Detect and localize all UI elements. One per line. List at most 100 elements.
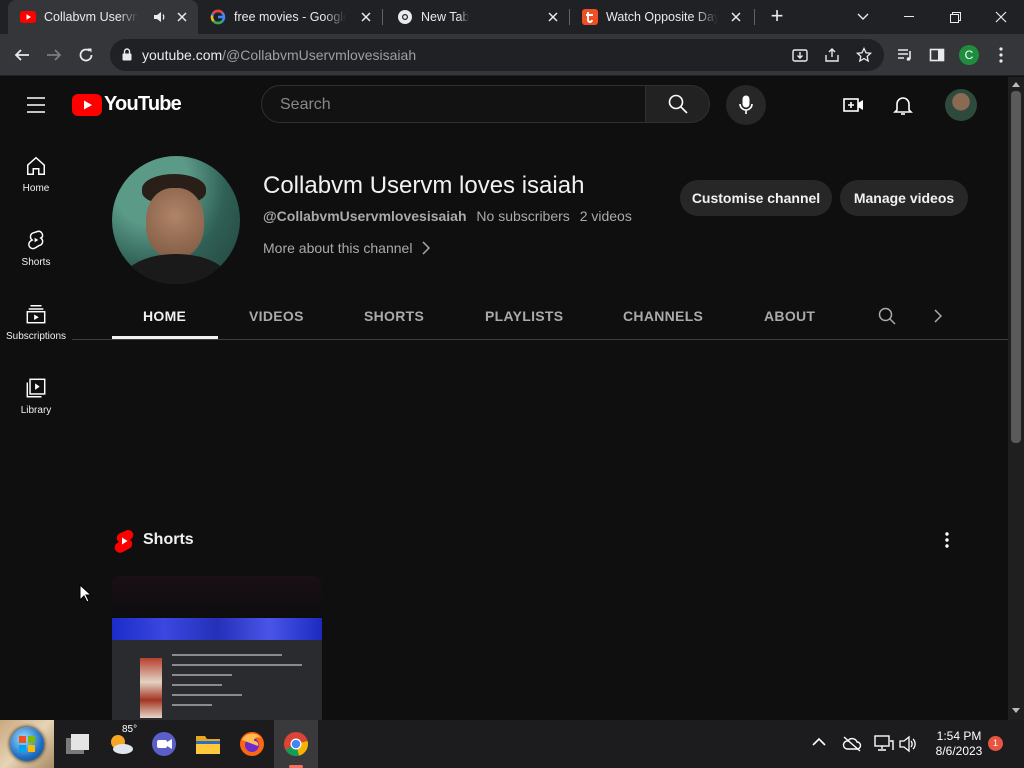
- manage-videos-button[interactable]: Manage videos: [840, 180, 968, 216]
- channel-search-icon[interactable]: [878, 307, 896, 325]
- back-button[interactable]: [6, 39, 38, 71]
- short-thumbnail[interactable]: [112, 576, 322, 720]
- thumbnail-line: [172, 664, 302, 666]
- tab-close-icon[interactable]: [728, 9, 744, 25]
- search-button[interactable]: [646, 85, 710, 123]
- chevron-right-icon: [422, 241, 431, 255]
- more-options-icon[interactable]: [945, 532, 949, 548]
- thumbnail-top-band: [112, 576, 322, 618]
- taskbar-clock[interactable]: 1:54 PM 8/6/2023: [926, 729, 992, 759]
- chrome-icon: [397, 9, 413, 25]
- close-window-button[interactable]: [978, 0, 1024, 34]
- subscriptions-icon: [26, 305, 46, 324]
- speaker-icon[interactable]: [153, 10, 167, 24]
- channel-meta: @CollabvmUservmlovesisaiah No subscriber…: [263, 208, 632, 224]
- channel-avatar[interactable]: [112, 156, 240, 284]
- tab-separator: [754, 9, 755, 25]
- profile-initial: C: [959, 45, 979, 65]
- customise-channel-button[interactable]: Customise channel: [680, 180, 832, 216]
- sidebar-item-shorts[interactable]: Shorts: [0, 229, 72, 303]
- firefox-icon[interactable]: [230, 720, 274, 768]
- tab-close-icon[interactable]: [174, 9, 190, 25]
- weather-widget[interactable]: 85°: [100, 720, 144, 768]
- sidebar-item-subscriptions[interactable]: Subscriptions: [0, 303, 72, 377]
- tab-videos[interactable]: VIDEOS: [249, 308, 304, 324]
- sidebar-item-label: Subscriptions: [5, 331, 67, 342]
- hamburger-menu-icon[interactable]: [24, 95, 48, 115]
- sidebar-item-home[interactable]: Home: [0, 155, 72, 229]
- page-scrollbar[interactable]: [1008, 77, 1024, 720]
- tab-shorts[interactable]: SHORTS: [364, 308, 424, 324]
- profile-avatar[interactable]: C: [953, 39, 985, 71]
- browser-tab-tubi[interactable]: Watch Opposite Day (2: [570, 0, 754, 34]
- share-icon[interactable]: [824, 47, 840, 63]
- voice-search-button[interactable]: [726, 85, 766, 125]
- bookmark-star-icon[interactable]: [856, 47, 872, 63]
- microphone-icon: [739, 95, 753, 114]
- thumbnail-line: [172, 704, 212, 706]
- notifications-bell-icon[interactable]: [891, 93, 915, 117]
- tab-channels[interactable]: CHANNELS: [623, 308, 703, 324]
- lock-icon[interactable]: [122, 48, 132, 61]
- more-about-label: More about this channel: [263, 240, 413, 256]
- tab-about[interactable]: ABOUT: [764, 308, 815, 324]
- account-avatar[interactable]: [945, 89, 977, 121]
- install-app-icon[interactable]: [792, 47, 808, 63]
- network-icon[interactable]: [874, 735, 894, 753]
- minimize-button[interactable]: [886, 0, 932, 34]
- onedrive-offline-icon[interactable]: [842, 736, 862, 752]
- show-hidden-icons-chevron-icon[interactable]: [812, 737, 826, 747]
- thumbnail-line: [172, 674, 232, 676]
- file-explorer-icon[interactable]: [186, 720, 230, 768]
- tab-title: New Tab: [421, 10, 470, 24]
- sidebar-item-label: Shorts: [21, 257, 51, 268]
- create-video-icon[interactable]: [842, 93, 866, 117]
- browser-menu-icon[interactable]: [985, 39, 1017, 71]
- thumbnail-line: [172, 694, 242, 696]
- new-tab-button[interactable]: +: [764, 5, 790, 29]
- tab-title: Watch Opposite Day (2: [606, 10, 718, 24]
- search-box[interactable]: [261, 85, 646, 123]
- browser-tab-youtube[interactable]: Collabvm Uservm l: [8, 0, 198, 34]
- more-about-channel-link[interactable]: More about this channel: [263, 240, 431, 256]
- thumbnail-image-strip: [140, 658, 162, 718]
- weather-temp: 85°: [122, 724, 138, 735]
- channel-handle: @CollabvmUservmlovesisaiah: [263, 208, 467, 224]
- scroll-down-arrow-icon[interactable]: [1012, 708, 1020, 714]
- side-panel-icon[interactable]: [921, 39, 953, 71]
- volume-icon[interactable]: [899, 735, 917, 753]
- tab-close-icon[interactable]: [545, 9, 561, 25]
- tabs-scroll-chevron-icon[interactable]: [934, 309, 942, 323]
- address-bar[interactable]: youtube.com/@CollabvmUservmlovesisaiah: [110, 39, 884, 71]
- media-controls-icon[interactable]: [889, 39, 921, 71]
- tubi-icon: [582, 9, 598, 25]
- search-icon: [668, 94, 688, 114]
- windows-orb-icon: [10, 727, 44, 761]
- url-path: /@CollabvmUservmlovesisaiah: [222, 47, 417, 63]
- restore-button[interactable]: [932, 0, 978, 34]
- windows-taskbar: 85° 1:54 PM 8/6/2023 1: [0, 720, 1024, 768]
- youtube-logo-text: YouTube: [104, 93, 182, 115]
- tab-title: free movies - Google S: [234, 10, 346, 24]
- start-button[interactable]: [0, 720, 54, 768]
- scroll-up-arrow-icon[interactable]: [1012, 81, 1020, 87]
- task-view-icon[interactable]: [56, 720, 100, 768]
- forward-button[interactable]: [38, 39, 70, 71]
- reload-button[interactable]: [70, 39, 102, 71]
- video-count: 2 videos: [579, 208, 632, 224]
- shorts-section-title: Shorts: [143, 531, 194, 548]
- tab-search-chevron-icon[interactable]: [840, 0, 886, 34]
- tab-playlists[interactable]: PLAYLISTS: [485, 308, 563, 324]
- zoom-meetings-icon[interactable]: [142, 720, 186, 768]
- tab-home[interactable]: HOME: [143, 308, 186, 324]
- search-input[interactable]: [278, 95, 622, 115]
- browser-tab-new-tab[interactable]: New Tab: [385, 0, 569, 34]
- youtube-logo[interactable]: YouTube: [72, 93, 182, 116]
- notification-badge[interactable]: 1: [988, 736, 1003, 751]
- chrome-taskbar-icon[interactable]: [274, 720, 318, 768]
- tab-close-icon[interactable]: [358, 9, 374, 25]
- scrollbar-thumb[interactable]: [1011, 91, 1021, 443]
- sidebar-item-library[interactable]: Library: [0, 377, 72, 451]
- clock-time: 1:54 PM: [936, 729, 982, 743]
- browser-tab-google[interactable]: free movies - Google S: [198, 0, 382, 34]
